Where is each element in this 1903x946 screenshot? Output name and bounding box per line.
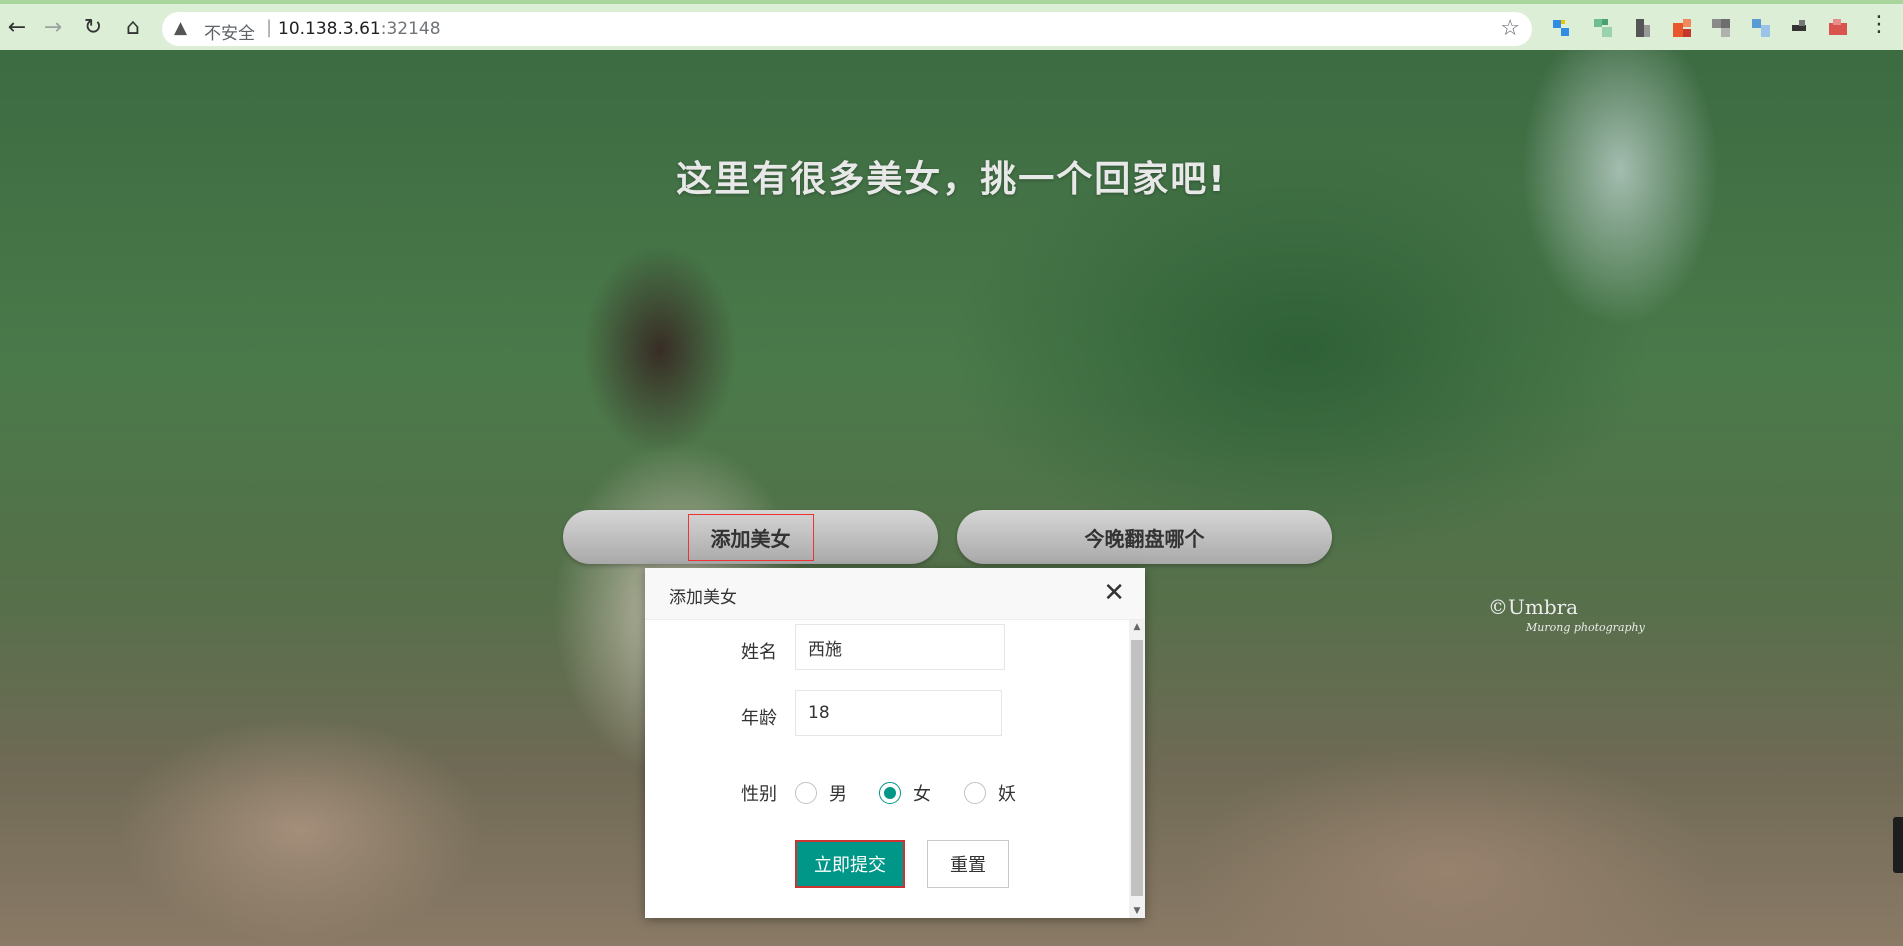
scrollbar-thumb[interactable] — [1131, 640, 1143, 896]
extension-icon-3[interactable] — [1632, 17, 1654, 39]
extension-icon-6[interactable] — [1750, 17, 1772, 39]
dialog-scrollbar[interactable]: ▲ ▼ — [1129, 620, 1145, 918]
pick-tonight-button-label: 今晚翻盘哪个 — [1084, 526, 1205, 551]
gender-label: 性别 — [741, 784, 777, 805]
watermark-sub: Murong photography — [1526, 621, 1645, 634]
gender-option-label: 女 — [913, 784, 931, 805]
watermark-main: ©Umbra — [1488, 595, 1579, 619]
url-text[interactable]: 10.138.3.61:32148 — [278, 19, 441, 39]
extension-icon-1[interactable] — [1550, 17, 1572, 39]
close-icon[interactable]: ✕ — [1103, 578, 1125, 608]
address-bar[interactable]: ▲ 不安全 | 10.138.3.61:32148 ☆ — [162, 12, 1532, 46]
name-input[interactable] — [795, 624, 1005, 670]
security-status[interactable]: 不安全 — [204, 19, 255, 44]
reload-icon[interactable]: ↻ — [76, 10, 110, 44]
warning-triangle-icon[interactable]: ▲ — [174, 18, 187, 38]
page-viewport: 这里有很多美女，挑一个回家吧! 添加美女 今晚翻盘哪个 ©Umbra Muron… — [0, 50, 1903, 946]
add-beauty-button[interactable]: 添加美女 — [563, 510, 938, 564]
gender-option-label: 妖 — [998, 784, 1016, 805]
back-icon[interactable]: ← — [0, 10, 34, 44]
vertical-dots-icon[interactable]: ⋮ — [1868, 12, 1890, 37]
pick-tonight-button[interactable]: 今晚翻盘哪个 — [957, 510, 1332, 564]
reset-button[interactable]: 重置 — [927, 840, 1009, 888]
scroll-up-icon[interactable]: ▲ — [1129, 622, 1145, 632]
url-port: :32148 — [380, 19, 441, 39]
name-label: 姓名 — [741, 642, 777, 663]
scroll-down-icon[interactable]: ▼ — [1129, 906, 1145, 916]
photo-watermark: ©Umbra Murong photography — [1488, 595, 1645, 634]
gender-radio-female[interactable]: 女 — [879, 780, 931, 806]
extension-icon-8[interactable] — [1827, 17, 1849, 39]
radio-circle — [795, 782, 817, 804]
extension-icon-5[interactable] — [1710, 17, 1732, 39]
radio-circle — [964, 782, 986, 804]
extension-icon-7[interactable] — [1789, 17, 1811, 39]
page-title: 这里有很多美女，挑一个回家吧! — [676, 159, 1227, 200]
radio-dot — [884, 787, 896, 799]
age-label: 年龄 — [741, 708, 777, 729]
gender-radio-demon[interactable]: 妖 — [964, 780, 1016, 806]
extension-icon-2[interactable] — [1592, 17, 1614, 39]
browser-toolbar: ← → ↻ ⌂ ▲ 不安全 | 10.138.3.61:32148 ☆ ⋮ — [0, 0, 1903, 50]
star-icon[interactable]: ☆ — [1500, 16, 1520, 41]
extension-icon-4[interactable] — [1671, 17, 1693, 39]
age-input[interactable] — [795, 690, 1002, 736]
gender-radio-male[interactable]: 男 — [795, 780, 847, 806]
add-beauty-button-label: 添加美女 — [687, 513, 814, 561]
address-separator: | — [266, 17, 273, 38]
url-host: 10.138.3.61 — [278, 19, 381, 39]
radio-circle-checked — [879, 782, 901, 804]
submit-button[interactable]: 立即提交 — [795, 840, 905, 888]
dialog-body: 姓名 年龄 性别 男 女 妖 立即提交 重置 — [645, 620, 1129, 918]
side-panel-tab[interactable] — [1893, 817, 1903, 873]
dialog-title: 添加美女 — [669, 588, 737, 608]
home-icon[interactable]: ⌂ — [116, 10, 150, 44]
forward-icon[interactable]: → — [36, 10, 70, 44]
add-beauty-dialog: 添加美女 ✕ 姓名 年龄 性别 男 女 妖 立即提交 重置 — [645, 568, 1145, 918]
dialog-header: 添加美女 ✕ — [645, 568, 1145, 620]
gender-option-label: 男 — [829, 784, 847, 805]
